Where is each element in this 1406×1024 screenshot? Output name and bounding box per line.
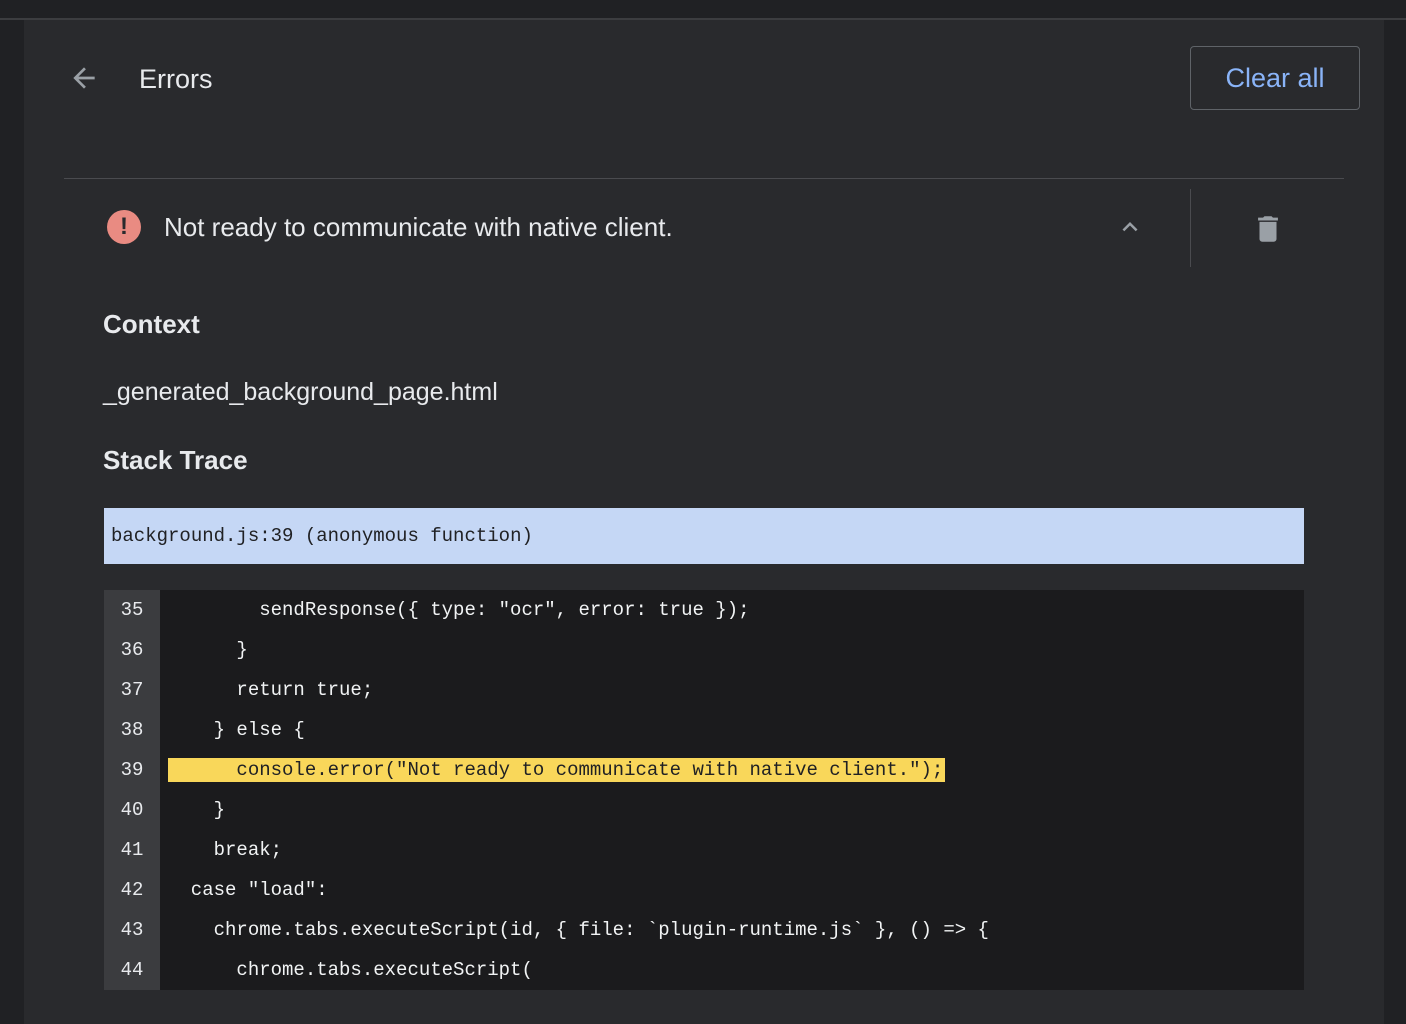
error-message: Not ready to communicate with native cli… — [164, 212, 673, 242]
line-number: 41 — [120, 839, 144, 861]
trash-icon — [1258, 216, 1278, 242]
code-line: 41 break; — [104, 830, 1304, 870]
line-number: 40 — [120, 799, 144, 821]
code-text: chrome.tabs.executeScript( — [168, 959, 533, 981]
line-number: 39 — [120, 759, 144, 781]
stack-trace-heading: Stack Trace — [103, 445, 248, 475]
line-number: 36 — [120, 639, 144, 661]
arrow-back-icon — [73, 67, 95, 89]
code-text: sendResponse({ type: "ocr", error: true … — [168, 599, 750, 621]
code-text: return true; — [168, 679, 374, 701]
highlighted-code-text: console.error("Not ready to communicate … — [168, 758, 946, 782]
code-line: 39 console.error("Not ready to communica… — [104, 750, 1304, 790]
back-button[interactable] — [64, 58, 104, 98]
line-number: 37 — [120, 679, 144, 701]
collapse-button[interactable] — [1110, 207, 1150, 247]
errors-header: Errors Clear all — [24, 20, 1384, 178]
line-number: 44 — [120, 959, 144, 981]
code-text: case "load": — [168, 879, 328, 901]
page-title: Errors — [139, 64, 213, 94]
line-number: 35 — [120, 599, 144, 621]
code-text: break; — [168, 839, 283, 861]
error-item[interactable]: ! Not ready to communicate with native c… — [64, 179, 1344, 279]
errors-panel: Errors Clear all ! Not ready to communic… — [24, 20, 1384, 1024]
code-text: chrome.tabs.executeScript(id, { file: `p… — [168, 919, 989, 941]
code-line: 35 sendResponse({ type: "ocr", error: tr… — [104, 590, 1304, 630]
row-separator — [1190, 189, 1191, 267]
code-line: 36 } — [104, 630, 1304, 670]
context-heading: Context — [103, 309, 200, 339]
chevron-up-icon — [1122, 222, 1138, 232]
line-number: 43 — [120, 919, 144, 941]
code-viewer: 35 sendResponse({ type: "ocr", error: tr… — [104, 590, 1304, 990]
error-icon: ! — [107, 210, 141, 244]
code-line: 42 case "load": — [104, 870, 1304, 910]
context-value: _generated_background_page.html — [103, 378, 498, 406]
stack-frame[interactable]: background.js:39 (anonymous function) — [104, 508, 1304, 564]
code-line: 44 chrome.tabs.executeScript( — [104, 950, 1304, 990]
code-line: 38 } else { — [104, 710, 1304, 750]
code-text: } — [168, 799, 226, 821]
code-text: } else { — [168, 719, 305, 741]
line-number: 42 — [120, 879, 144, 901]
code-line: 43 chrome.tabs.executeScript(id, { file:… — [104, 910, 1304, 950]
top-bar — [0, 0, 1406, 20]
delete-error-button[interactable] — [1248, 209, 1288, 249]
code-text: } — [168, 639, 248, 661]
code-line: 37 return true; — [104, 670, 1304, 710]
code-line: 40 } — [104, 790, 1304, 830]
line-number: 38 — [120, 719, 144, 741]
clear-all-button[interactable]: Clear all — [1190, 46, 1360, 110]
